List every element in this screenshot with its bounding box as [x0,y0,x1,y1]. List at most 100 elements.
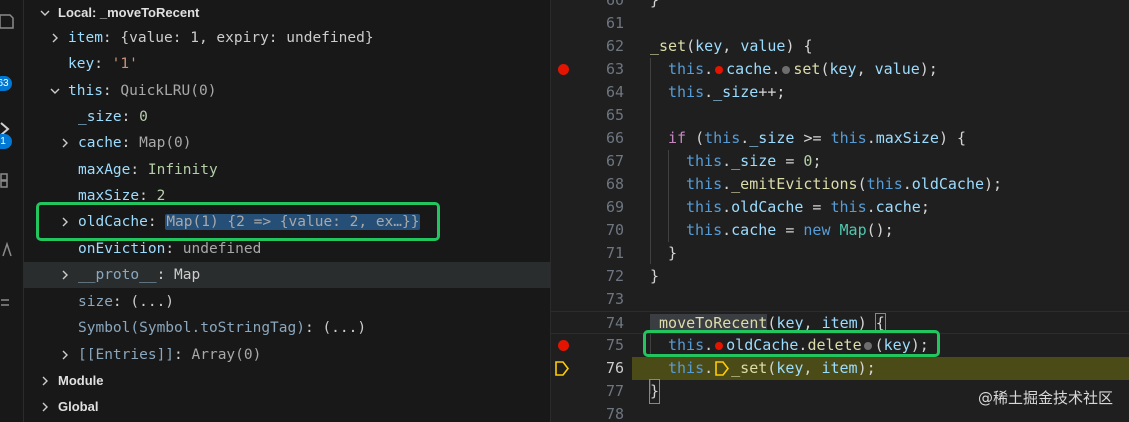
chevron-right-icon [58,130,72,156]
chevron-down-icon [48,78,62,104]
variable-name: [[Entries]] [78,347,175,363]
variable-value: Map(0) [139,135,192,151]
debug-stackframe-icon [555,361,569,376]
debug-badge: 1 [0,134,12,149]
variable-row[interactable]: size: (...) [24,289,550,315]
chevron-right-icon [38,368,52,394]
code-text: } [650,267,660,285]
variable-name: this [68,83,103,99]
scope-module[interactable]: Module [24,368,550,394]
line-number[interactable]: 68 [579,173,624,196]
line-number[interactable]: 73 [579,288,624,311]
code-line[interactable]: 64 this._size++; [551,81,1129,104]
code-line[interactable]: 62 _set(key, value) { [551,35,1129,58]
variable-row[interactable]: [[Entries]]: Array(0) [24,342,550,368]
code-line[interactable]: 70 this.cache = new Map(); [551,219,1129,242]
files-icon[interactable] [0,12,14,30]
variable-row[interactable]: item: {value: 1, expiry: undefined} [24,25,550,51]
code-text: } [648,379,661,404]
line-number[interactable]: 76 [579,357,624,380]
variable-name: __proto__ [78,267,157,283]
debug-stackframe-icon [715,361,730,376]
variable-row[interactable]: this: QuickLRU(0) [24,78,550,104]
chevron-down-icon [38,0,52,26]
scope-label: Global [58,399,99,414]
code-text: } [650,0,660,9]
line-number[interactable]: 64 [579,81,624,104]
variable-row[interactable]: maxAge: Infinity [24,157,550,183]
code-line[interactable]: 66 if (this._size >= this.maxSize) { [551,127,1129,150]
variable-name: cache [78,135,122,151]
scope-header[interactable]: Local: _moveToRecent [24,0,550,26]
code-line[interactable]: 61 [551,12,1129,35]
annotation-box-delete-line [643,330,940,357]
line-number[interactable]: 61 [579,12,624,35]
code-line[interactable]: 63 this. cache. set(key, value); [551,58,1129,81]
scope-label: Module [58,373,104,388]
variable-value: Infinity [147,162,218,178]
line-number[interactable]: 74 [579,312,624,335]
inline-breakpoint-icon[interactable] [715,65,724,74]
code-line[interactable]: 68 this._emitEvictions(this.oldCache); [551,173,1129,196]
line-number[interactable]: 62 [579,35,624,58]
variable-name: size [78,294,113,310]
variable-row[interactable]: __proto__: Map [24,262,550,288]
line-number[interactable]: 75 [579,334,624,357]
line-number[interactable]: 63 [579,58,624,81]
code-line[interactable]: 65 [551,104,1129,127]
line-number[interactable]: 65 [579,104,624,127]
remote-icon[interactable] [0,294,14,312]
scope-global[interactable]: Global [24,394,550,420]
variable-value: {value: 1, expiry: undefined} [120,30,374,46]
extensions-icon[interactable] [0,172,14,190]
code-line[interactable]: 71 } [551,242,1129,265]
code-editor[interactable]: 60 } 61 62 _set(key, value) { 63 this. ca… [550,0,1129,422]
variable-row[interactable]: _size: 0 [24,104,550,130]
code-text: } [668,244,678,262]
variable-row[interactable]: cache: Map(0) [24,130,550,156]
variable-name: key [68,56,95,72]
variables-panel: Local: _moveToRecent item: {value: 1, ex… [24,0,550,422]
variable-name: onEviction [78,241,166,257]
scope-title: Local: _moveToRecent [58,5,200,20]
variable-value: QuickLRU(0) [120,83,217,99]
variable-row[interactable]: onEviction: undefined [24,236,550,262]
activity-bar: 63 1 [0,0,24,422]
variable-value: 0 [139,109,148,125]
breakpoint-icon[interactable] [558,64,569,75]
line-number[interactable]: 60 [579,0,624,12]
code-line[interactable]: 69 this.oldCache = this.cache; [551,196,1129,219]
variable-value: (...) [322,320,367,336]
inline-breakpoint-icon[interactable] [782,65,791,74]
breakpoint-icon[interactable] [558,340,569,351]
scm-badge: 63 [0,76,12,91]
line-number[interactable]: 77 [579,380,624,403]
chevron-right-icon [48,25,62,51]
watermark: @稀土掘金技术社区 [977,389,1113,407]
line-number[interactable]: 67 [579,150,624,173]
chevron-right-icon [58,262,72,288]
line-number[interactable]: 70 [579,219,624,242]
variable-value: '1' [111,56,138,72]
variable-row[interactable]: key: '1' [24,51,550,77]
code-line[interactable]: 72 } [551,265,1129,288]
variable-name: maxAge [78,162,131,178]
chevron-right-icon [38,394,52,420]
variable-value: Array(0) [191,347,262,363]
code-line[interactable]: 67 this._size = 0; [551,150,1129,173]
variable-row[interactable]: Symbol(Symbol.toStringTag): (...) [24,315,550,341]
code-line[interactable]: 76 this. _set(key, item); [551,357,1129,380]
code-line[interactable]: 73 [551,288,1129,311]
variable-value: undefined [182,241,262,257]
chevron-right-icon [58,342,72,368]
line-number[interactable]: 66 [579,127,624,150]
line-number[interactable]: 78 [579,403,624,422]
variable-value: (...) [130,294,175,310]
code-line[interactable]: 60 } [551,0,1129,12]
line-number[interactable]: 71 [579,242,624,265]
line-number[interactable]: 72 [579,265,624,288]
variable-name: item [68,30,103,46]
line-number[interactable]: 69 [579,196,624,219]
testing-icon[interactable] [0,240,14,258]
variable-value: Map [174,267,201,283]
